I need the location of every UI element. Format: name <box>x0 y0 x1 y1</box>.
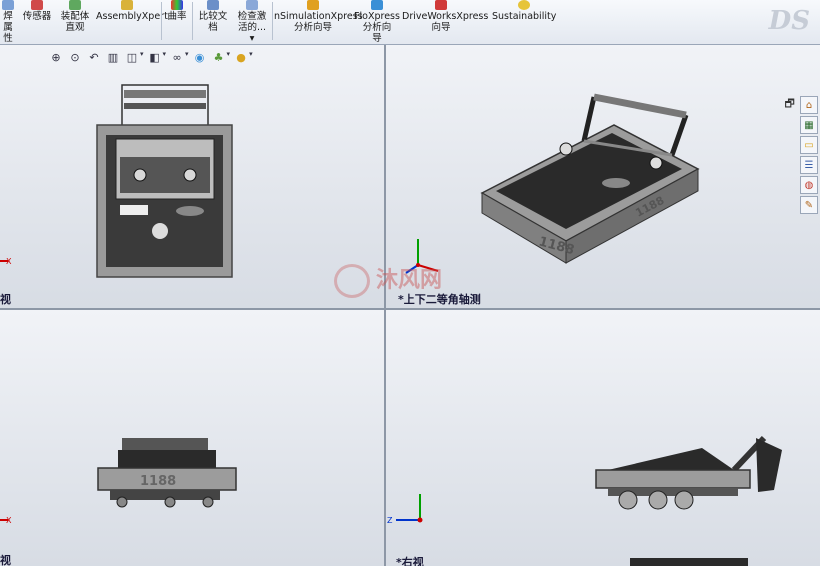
ribbon-assemblyxpert-button[interactable]: AssemblyXpert <box>96 0 168 44</box>
chevron-down-icon[interactable]: ▾ <box>249 50 253 66</box>
display-style-icon[interactable]: ◧ <box>147 50 163 65</box>
apply-scene-icon[interactable]: ♣ <box>211 50 227 65</box>
design-library-icon[interactable]: ▦ <box>800 116 818 134</box>
ribbon-separator <box>272 2 273 40</box>
viewport-isometric[interactable]: 1188 1188 🗗 ✕ *上下二等角轴测 <box>386 45 820 308</box>
model-isometric-view: 1188 1188 <box>480 93 700 264</box>
ribbon-floxpress-button[interactable]: FloXpress 分析向 导 <box>354 0 400 44</box>
floxpress-icon <box>371 0 383 10</box>
chevron-down-icon[interactable]: ▾ <box>140 50 144 66</box>
ribbon-separator <box>161 2 162 40</box>
solidworks-resources-icon[interactable]: ⌂ <box>800 96 818 114</box>
curvature-icon <box>171 0 183 10</box>
check-document-icon <box>246 0 258 10</box>
assemblyxpert-icon <box>121 0 133 10</box>
sensor-icon <box>31 0 43 10</box>
axis-triad: X <box>0 241 38 281</box>
task-pane: ⌂ ▦ ▭ ☰ ◍ ✎ <box>800 96 818 214</box>
ribbon-curvature-button[interactable]: 曲率 <box>164 0 190 44</box>
previous-view-icon[interactable]: ↶ <box>86 50 102 65</box>
appearances-icon[interactable]: ◍ <box>800 176 818 194</box>
viewport-splitter-horizontal[interactable] <box>0 308 820 310</box>
view-palette-icon[interactable]: ☰ <box>800 156 818 174</box>
ribbon-check-active-document-button[interactable]: 检查激 活的... ▾ <box>234 0 270 44</box>
svg-text:Z: Z <box>387 516 393 525</box>
ribbon-assembly-visualization-button[interactable]: 装配体 直观 <box>56 0 94 44</box>
chevron-down-icon[interactable]: ▾ <box>227 50 231 66</box>
view-orientation-icon[interactable]: ◫ <box>124 50 140 65</box>
svg-text:1188: 1188 <box>140 474 176 489</box>
view-settings-icon[interactable]: ● <box>233 50 249 65</box>
viewport-right[interactable]: Z *右视 <box>386 310 820 566</box>
section-view-icon[interactable]: ▥ <box>105 50 121 65</box>
ribbon-driveworksxpress-button[interactable]: DriveWorksXpress 向导 <box>402 0 488 44</box>
weldment-icon <box>2 0 14 10</box>
svg-text:X: X <box>6 516 12 525</box>
edit-appearance-icon[interactable]: ◉ <box>192 50 208 65</box>
command-ribbon: 焊属 性 传感器 装配体 直观 AssemblyXpert 曲率 比较文 档 检… <box>0 0 820 45</box>
simulationxpress-icon <box>307 0 319 10</box>
chevron-down-icon[interactable]: ▾ <box>234 33 270 44</box>
view-label-right: *右视 <box>396 556 424 566</box>
ribbon-separator <box>192 2 193 40</box>
viewport-splitter-vertical[interactable] <box>384 45 386 566</box>
hide-show-items-icon[interactable]: ∞ <box>169 50 185 65</box>
restore-icon[interactable]: 🗗 <box>784 95 794 114</box>
assembly-visualization-icon <box>69 0 81 10</box>
compare-documents-icon <box>207 0 219 10</box>
driveworksxpress-icon <box>435 0 447 10</box>
custom-properties-icon[interactable]: ✎ <box>800 196 818 214</box>
model-top-view: 1188 <box>97 438 237 508</box>
zoom-to-area-icon[interactable]: ⊙ <box>67 50 83 65</box>
ribbon-simulationxpress-button[interactable]: nSimulationXpress 分析向导 <box>274 0 363 44</box>
view-label-top: 视 <box>0 554 11 566</box>
heads-up-view-toolbar: ⊕ ⊙ ↶ ▥ ◫ ▾ ◧ ▾ ∞ ▾ ◉ ♣ ▾ ● ▾ <box>48 50 253 66</box>
zoom-to-fit-icon[interactable]: ⊕ <box>48 50 64 65</box>
viewport-top[interactable]: 1188 X 视 <box>0 310 384 566</box>
model-right-view <box>595 435 782 566</box>
solidworks-logo: DS <box>768 6 810 36</box>
ribbon-compare-documents-button[interactable]: 比较文 档 <box>196 0 230 44</box>
chevron-down-icon[interactable]: ▾ <box>163 50 167 66</box>
sustainability-icon <box>518 0 530 10</box>
file-explorer-icon[interactable]: ▭ <box>800 136 818 154</box>
viewport-front[interactable]: X 视 <box>0 45 384 308</box>
chevron-down-icon[interactable]: ▾ <box>185 50 189 66</box>
axis-triad: X <box>0 500 38 540</box>
view-label-front: 视 <box>0 293 11 306</box>
watermark-text: 沐风网 <box>376 268 443 293</box>
ribbon-weldment-properties[interactable]: 焊属 性 <box>0 0 16 44</box>
axis-triad: Z <box>386 484 426 525</box>
ribbon-sensors-button[interactable]: 传感器 <box>18 0 56 44</box>
ribbon-sustainability-button[interactable]: Sustainability <box>492 0 556 44</box>
svg-text:X: X <box>6 257 12 266</box>
watermark-logo-icon <box>334 264 370 298</box>
model-front-view <box>96 84 233 278</box>
